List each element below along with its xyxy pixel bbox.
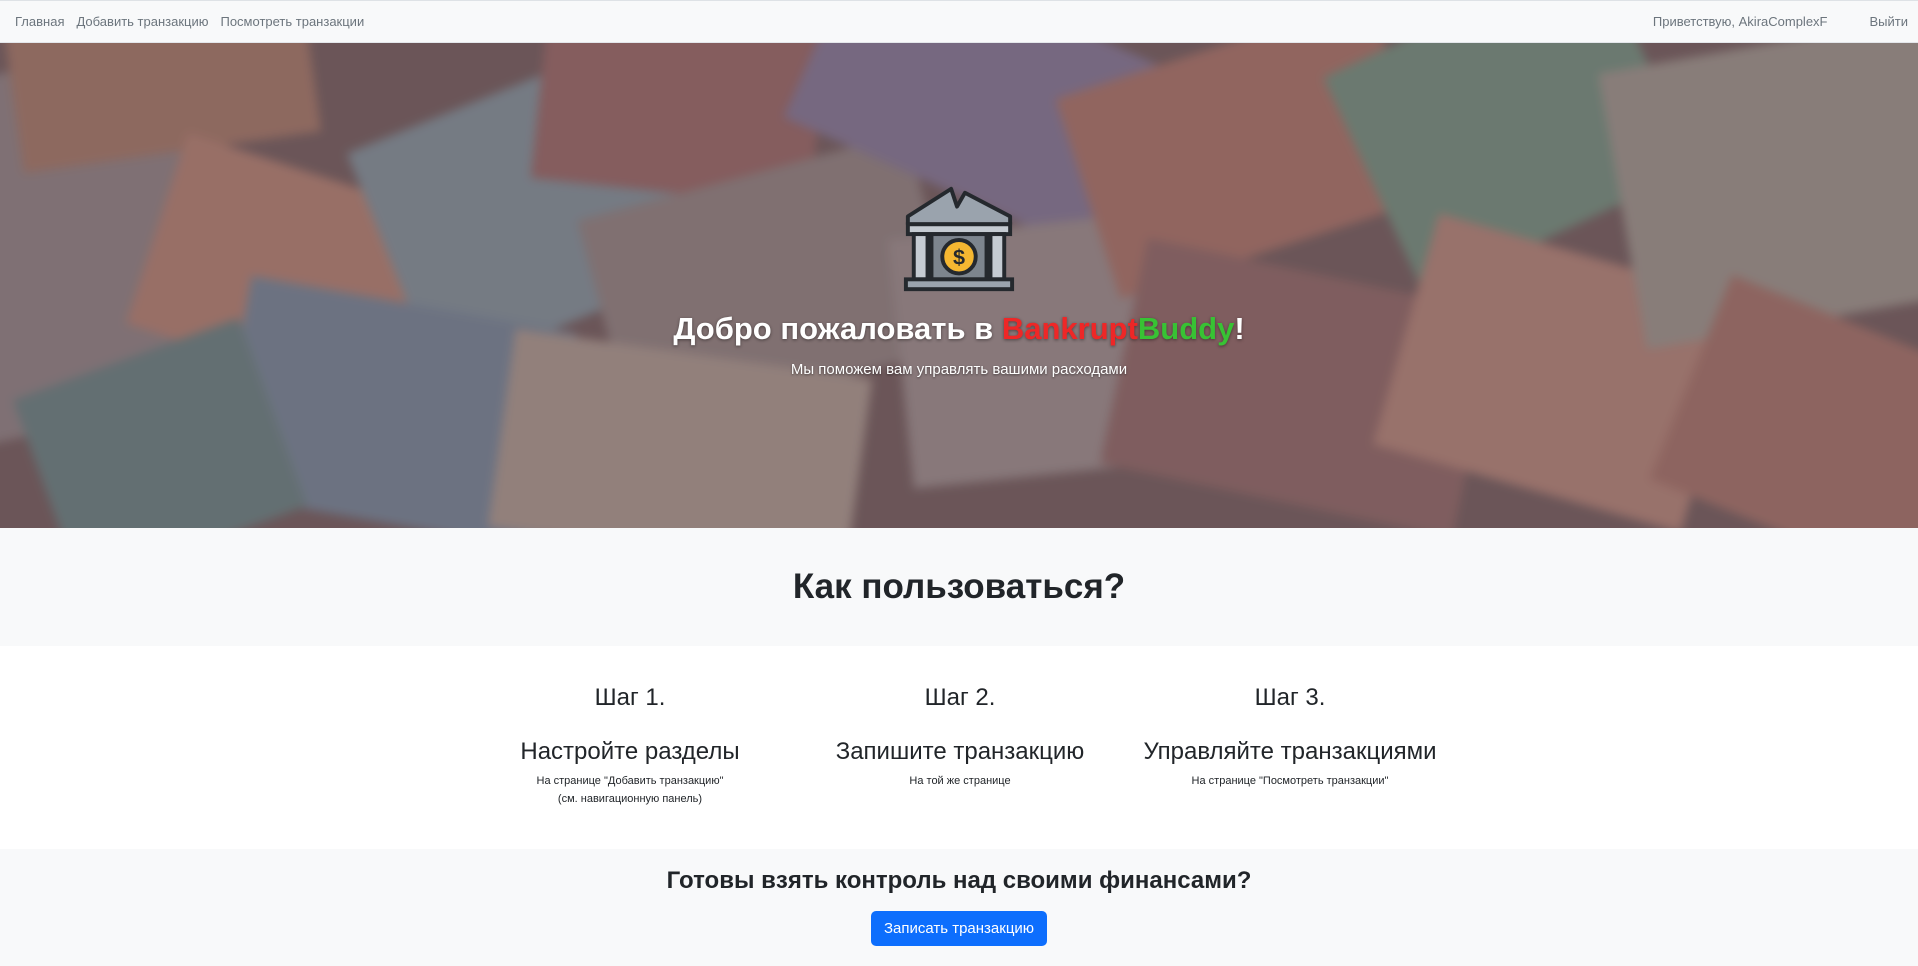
step-description: На той же странице <box>909 775 1011 787</box>
cta-section: Готовы взять контроль над своими финанса… <box>0 849 1918 966</box>
step-title: Управляйте транзакциями <box>1143 738 1437 765</box>
nav-link-add-transaction[interactable]: Добавить транзакцию <box>76 14 208 29</box>
step-title: Настройте разделы <box>520 738 740 765</box>
hero-subtitle: Мы поможем вам управлять вашими расходам… <box>790 361 1128 378</box>
nav-links: Главная Добавить транзакцию Посмотреть т… <box>15 14 376 29</box>
brand-name-bankrupt: Bankrupt <box>1001 311 1138 346</box>
step-2: Шаг 2. Запишите транзакцию На той же стр… <box>795 684 1125 790</box>
hero-title-prefix: Добро пожаловать в <box>673 311 1002 346</box>
nav-link-view-transactions[interactable]: Посмотреть транзакции <box>220 14 364 29</box>
howto-section: Как пользоваться? <box>0 528 1918 646</box>
howto-title: Как пользоваться? <box>792 567 1126 606</box>
steps-section: Шаг 1. Настройте разделы На странице "До… <box>0 646 1918 849</box>
nav-link-home[interactable]: Главная <box>15 14 64 29</box>
step-number: Шаг 2. <box>924 684 996 711</box>
record-transaction-button[interactable]: Записать транзакцию <box>870 911 1048 946</box>
step-number: Шаг 1. <box>594 684 666 711</box>
hero-title: Добро пожаловать в BankruptBuddy! <box>0 311 1918 347</box>
step-description: На странице "Посмотреть транзакции" <box>1191 775 1389 787</box>
hero-title-suffix: ! <box>1234 311 1245 346</box>
step-3: Шаг 3. Управляйте транзакциями На страни… <box>1125 684 1455 790</box>
step-description-note: (см. навигационную панель) <box>557 793 703 805</box>
step-number: Шаг 3. <box>1254 684 1326 711</box>
svg-text:$: $ <box>953 245 965 270</box>
cta-title: Готовы взять контроль над своими финанса… <box>666 867 1252 894</box>
step-title: Запишите транзакцию <box>835 738 1085 765</box>
hero-banner: $ Добро пожаловать в BankruptBuddy! Мы п… <box>0 43 1918 528</box>
step-1: Шаг 1. Настройте разделы На странице "До… <box>465 684 795 808</box>
navbar: Главная Добавить транзакцию Посмотреть т… <box>0 0 1918 43</box>
bank-dollar-icon: $ <box>903 186 1015 292</box>
user-greeting[interactable]: Приветствую, AkiraComplexF <box>1653 14 1828 29</box>
logout-link[interactable]: Выйти <box>1870 14 1909 29</box>
brand-name-buddy: Buddy <box>1137 311 1235 346</box>
step-description: На странице "Добавить транзакцию" <box>536 775 724 787</box>
nav-user: Приветствую, AkiraComplexF Выйти <box>1611 14 1908 29</box>
